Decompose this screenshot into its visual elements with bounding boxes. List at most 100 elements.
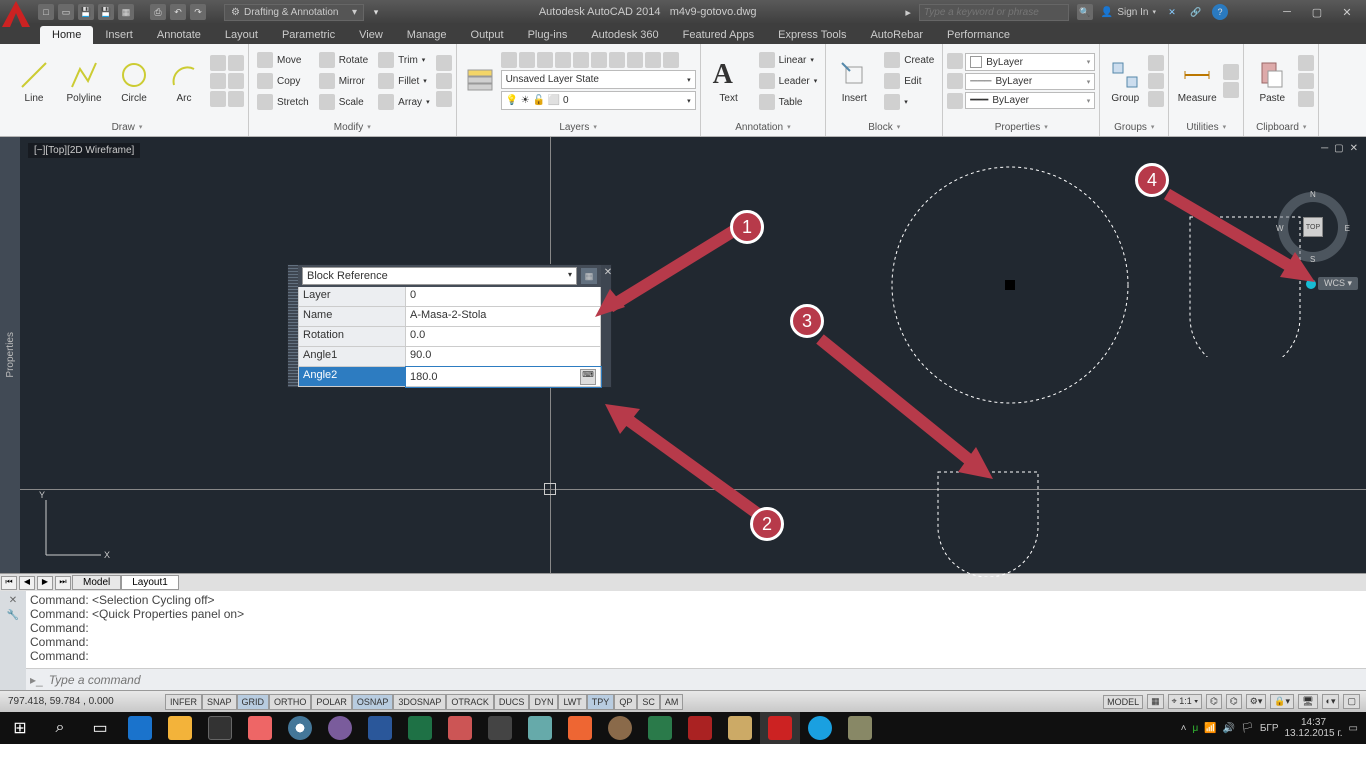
sb-toggle-osnap[interactable]: OSNAP [352,694,394,710]
viewport-label[interactable]: [−][Top][2D Wireframe] [28,143,140,158]
panel-clipboard[interactable]: Clipboard [1244,118,1318,136]
minimize-button[interactable]: ─ [1274,3,1300,21]
cut-icon[interactable] [1298,55,1314,71]
workspace-dropdown[interactable]: ⚙Drafting & Annotation▾ [224,4,364,21]
editattr-button[interactable]: ▾ [880,92,938,112]
quick-properties-panel[interactable]: Block Reference▾ ▦ Layer0NameA-Masa-2-St… [287,264,612,388]
copy-button[interactable]: Copy [253,71,313,91]
tray-utorrent-icon[interactable]: μ [1192,723,1198,734]
tb-calc-icon[interactable] [480,712,520,744]
move-button[interactable]: Move [253,50,313,70]
tb-vlc-icon[interactable] [560,712,600,744]
start-button[interactable]: ⊞ [0,712,40,744]
tb-paint-icon[interactable] [600,712,640,744]
qp-type-dropdown[interactable]: Block Reference▾ [302,267,577,285]
sb-annoscale[interactable]: ⌖ 1:1 ▾ [1168,694,1202,709]
tab-autorebar[interactable]: AutoRebar [858,26,935,44]
circle-button[interactable]: Circle [110,59,158,104]
qp-row-angle1[interactable]: Angle190.0 [298,347,601,367]
ellipse-icon[interactable] [228,73,244,89]
fillet-button[interactable]: Fillet▾ [374,71,433,91]
sb-toggle-tpy[interactable]: TPY [587,694,615,710]
sb-annotation-auto-icon[interactable]: ⌬ [1226,694,1242,709]
sb-toggle-otrack[interactable]: OTRACK [446,694,494,710]
more-draw-icon[interactable] [228,55,244,71]
close-button[interactable]: ✕ [1334,3,1360,21]
rect-icon[interactable] [210,55,226,71]
sb-toggle-grid[interactable]: GRID [237,694,270,710]
sb-toggle-polar[interactable]: POLAR [311,694,352,710]
tray-flag-icon[interactable]: 🏳 [1241,723,1254,734]
lw1-icon[interactable] [573,52,589,68]
groupedit-icon[interactable] [1148,73,1164,89]
layer-state-dropdown[interactable]: Unsaved Layer State▾ [501,70,696,89]
layeriso-icon[interactable] [537,52,553,68]
table-button[interactable]: Table [755,92,822,112]
vp-minimize-icon[interactable]: ─ [1321,143,1328,154]
rotate-button[interactable]: Rotate [315,50,372,70]
tab-output[interactable]: Output [459,26,516,44]
sb-toggle-dyn[interactable]: DYN [529,694,558,710]
sb-toggle-am[interactable]: AM [660,694,684,710]
tab-autodesk-360[interactable]: Autodesk 360 [579,26,670,44]
sb-toggle-qp[interactable]: QP [614,694,637,710]
exchange-icon[interactable]: ✕ [1164,4,1180,20]
tab-home[interactable]: Home [40,26,93,44]
select-icon[interactable] [947,93,963,109]
lw5-icon[interactable] [645,52,661,68]
lw3-icon[interactable] [609,52,625,68]
tb-viber-icon[interactable] [320,712,360,744]
open-icon[interactable]: ▭ [58,4,74,20]
lw4-icon[interactable] [627,52,643,68]
sb-toggle-snap[interactable]: SNAP [202,694,237,710]
select2-icon[interactable] [1223,82,1239,98]
group-button[interactable]: Group [1104,59,1146,104]
saveas-icon[interactable]: 💾 [98,4,114,20]
lw6-icon[interactable] [663,52,679,68]
qp-row-angle2[interactable]: Angle2180.0⌨ [298,367,601,387]
layout-next-icon[interactable]: ▶ [37,576,53,590]
spline-icon[interactable] [210,73,226,89]
tab-insert[interactable]: Insert [93,26,145,44]
tb-filezilla-icon[interactable] [680,712,720,744]
edit-block-button[interactable]: Edit [880,71,938,91]
panel-layers[interactable]: Layers [457,118,700,136]
help-search-input[interactable] [919,4,1069,21]
signin-button[interactable]: 👤 Sign In▾ [1101,7,1156,18]
ungroup-icon[interactable] [1148,55,1164,71]
layerlock-icon[interactable] [555,52,571,68]
help-icon[interactable]: ? [1212,4,1228,20]
usb-icon[interactable]: ▦ [118,4,134,20]
tb-store-icon[interactable] [200,712,240,744]
tray-up-icon[interactable]: ˄ [1181,723,1187,734]
qat-more-icon[interactable]: ▾ [368,4,384,20]
properties-palette-tab[interactable]: Properties [0,137,20,573]
tb-camtasia-icon[interactable] [720,712,760,744]
tab-layout1[interactable]: Layout1 [121,575,179,590]
lineweight-dropdown[interactable]: ━━━ByLayer [965,92,1095,109]
command-input[interactable] [49,673,1362,687]
maximize-button[interactable]: ▢ [1304,3,1330,21]
measure-button[interactable]: Measure [1173,59,1221,104]
layout-last-icon[interactable]: ⏭ [55,576,71,590]
save-icon[interactable]: 💾 [78,4,94,20]
sb-cleanscreen-icon[interactable]: ▢ [1343,694,1360,709]
color-dropdown[interactable]: ByLayer [965,53,1095,71]
tb-video-icon[interactable] [240,712,280,744]
layerfreeze-icon[interactable] [501,52,517,68]
panel-utilities[interactable]: Utilities [1169,118,1243,136]
sb-annotation-vis-icon[interactable]: ⌬ [1206,694,1222,709]
tab-annotate[interactable]: Annotate [145,26,213,44]
hatch-icon[interactable] [210,91,226,107]
offset-icon[interactable] [436,91,452,107]
redo-icon[interactable]: ↷ [190,4,206,20]
copyclip-icon[interactable] [1298,73,1314,89]
line-button[interactable]: Line [10,59,58,104]
sb-grid-icon[interactable]: ▦ [1147,694,1164,709]
qp-row-rotation[interactable]: Rotation0.0 [298,327,601,347]
create-block-button[interactable]: Create [880,50,938,70]
panel-groups[interactable]: Groups [1100,118,1168,136]
new-icon[interactable]: □ [38,4,54,20]
tab-layout[interactable]: Layout [213,26,270,44]
insert-button[interactable]: Insert [830,59,878,104]
